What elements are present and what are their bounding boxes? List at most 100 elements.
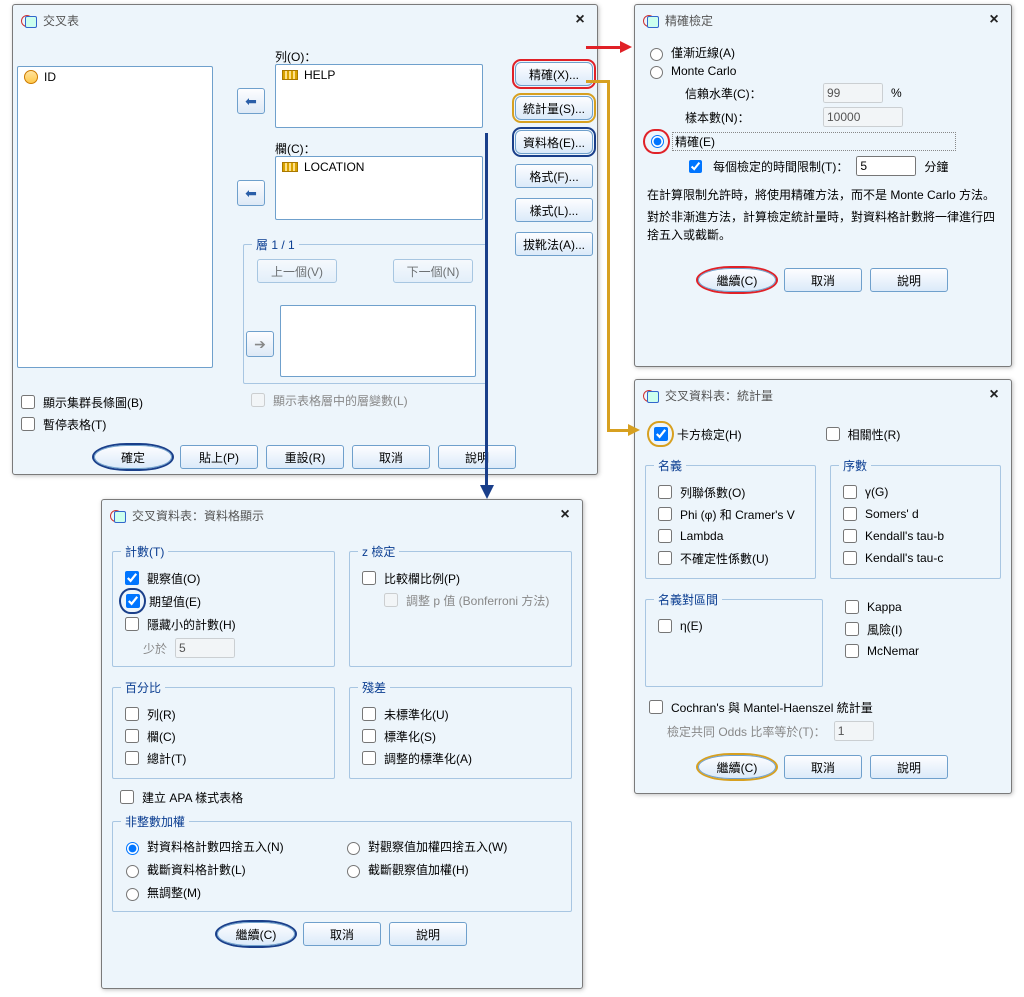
prev-layer-button[interactable]: 上一個(V) [257, 259, 337, 283]
exact-tests-dialog: 精確檢定 × 僅漸近線(A) Monte Carlo 信賴水準(C)： % 樣本… [634, 4, 1012, 367]
rows-listbox[interactable]: HELP [275, 64, 483, 128]
nominal-interval-group: 名義對區間 η(E) [645, 591, 823, 687]
chi-square-label: 卡方檢定(H) [677, 426, 742, 443]
asymptotic-radio[interactable] [650, 48, 663, 61]
stats-button[interactable]: 統計量(S)... [515, 96, 593, 120]
cells-button[interactable]: 資料格(E)... [515, 130, 593, 154]
help-button[interactable]: 說明 [870, 755, 948, 779]
help-button[interactable]: 說明 [438, 445, 516, 469]
time-limit-input[interactable] [856, 156, 916, 176]
help-button[interactable]: 說明 [870, 268, 948, 292]
asymptotic-label: 僅漸近線(A) [671, 44, 735, 61]
monte-carlo-radio[interactable] [650, 66, 663, 79]
dialog-title: 交叉表 [43, 12, 565, 29]
layer-group: 層 1 / 1 上一個(V) 下一個(N) ➔ [243, 236, 487, 384]
mcnemar-checkbox[interactable] [845, 644, 859, 658]
list-item[interactable]: ID [18, 67, 212, 87]
close-icon[interactable]: × [985, 386, 1003, 404]
eta-checkbox[interactable] [658, 619, 672, 633]
weights-group: 非整數加權 對資料格計數四捨五入(N) 對觀察值加權四捨五入(W) 截斷資料格計… [112, 813, 572, 912]
layer-listbox[interactable] [280, 305, 476, 377]
std-resid-checkbox[interactable] [362, 729, 376, 743]
exact-radio[interactable] [651, 135, 664, 148]
compare-props-checkbox[interactable] [362, 571, 376, 585]
samples-label: 樣本數(N)： [685, 109, 815, 126]
expected-checkbox[interactable] [126, 594, 140, 608]
cell-display-dialog: 交叉資料表：資料格顯示 × 計數(T) 觀察值(O) 期望值(E) 隱藏小的計數… [101, 499, 583, 989]
tau-b-checkbox[interactable] [843, 529, 857, 543]
phi-cramer-checkbox[interactable] [658, 507, 672, 521]
list-item[interactable]: LOCATION [276, 157, 482, 177]
unstd-resid-checkbox[interactable] [362, 707, 376, 721]
scale-icon [282, 70, 298, 80]
percent-label: % [891, 86, 902, 100]
apa-checkbox[interactable] [120, 790, 134, 804]
lambda-checkbox[interactable] [658, 529, 672, 543]
bootstrap-button[interactable]: 拔靴法(A)... [515, 232, 593, 256]
close-icon[interactable]: × [571, 11, 589, 29]
continue-button[interactable]: 繼續(C) [698, 268, 776, 292]
move-to-layer-button[interactable]: ➔ [246, 331, 274, 357]
statistics-dialog: 交叉資料表：統計量 × 卡方檢定(H) 相關性(R) 名義 列聯係數(O) Ph… [634, 379, 1012, 794]
dialog-title: 交叉資料表：資料格顯示 [132, 507, 550, 524]
col-pct-checkbox[interactable] [125, 729, 139, 743]
next-layer-button[interactable]: 下一個(N) [393, 259, 473, 283]
adj-resid-checkbox[interactable] [362, 751, 376, 765]
confidence-label: 信賴水準(C)： [685, 85, 815, 102]
apa-label: 建立 APA 樣式表格 [142, 789, 243, 806]
titlebar: 交叉表 × [13, 5, 597, 36]
correlations-checkbox[interactable] [826, 427, 840, 441]
paste-button[interactable]: 貼上(P) [180, 445, 258, 469]
trunc-case-radio[interactable] [347, 865, 360, 878]
reset-button[interactable]: 重設(R) [266, 445, 344, 469]
close-icon[interactable]: × [556, 506, 574, 524]
expected-label: 期望值(E) [149, 593, 201, 610]
observed-checkbox[interactable] [125, 571, 139, 585]
tau-c-checkbox[interactable] [843, 551, 857, 565]
counts-group: 計數(T) 觀察值(O) 期望值(E) 隱藏小的計數(H) 少於 [112, 543, 335, 667]
cancel-button[interactable]: 取消 [784, 268, 862, 292]
somers-checkbox[interactable] [843, 507, 857, 521]
time-limit-checkbox[interactable] [689, 160, 702, 173]
risk-checkbox[interactable] [845, 622, 859, 636]
ordinal-legend: 序數 [839, 457, 871, 474]
move-to-cols-button[interactable]: ⬅ [237, 180, 265, 206]
kappa-checkbox[interactable] [845, 600, 859, 614]
dialog-title: 精確檢定 [665, 12, 979, 29]
close-icon[interactable]: × [985, 11, 1003, 29]
col-variable: LOCATION [304, 160, 364, 174]
round-case-radio[interactable] [347, 842, 360, 855]
total-pct-checkbox[interactable] [125, 751, 139, 765]
style-button[interactable]: 樣式(L)... [515, 198, 593, 222]
cluster-bar-label: 顯示集群長條圖(B) [43, 394, 143, 411]
gamma-checkbox[interactable] [843, 485, 857, 499]
cols-listbox[interactable]: LOCATION [275, 156, 483, 220]
cochran-checkbox[interactable] [649, 700, 663, 714]
cancel-button[interactable]: 取消 [303, 922, 381, 946]
row-pct-checkbox[interactable] [125, 707, 139, 721]
exact-button[interactable]: 精確(X)... [515, 62, 593, 86]
round-cell-radio[interactable] [126, 842, 139, 855]
ok-button[interactable]: 確定 [94, 445, 172, 469]
variables-listbox[interactable]: ID [17, 66, 213, 368]
move-to-rows-button[interactable]: ⬅ [237, 88, 265, 114]
contingency-checkbox[interactable] [658, 485, 672, 499]
cancel-button[interactable]: 取消 [352, 445, 430, 469]
suppress-tables-checkbox[interactable] [21, 417, 35, 431]
row-variable: HELP [304, 68, 335, 82]
help-button[interactable]: 說明 [389, 922, 467, 946]
ztest-group: z 檢定 比較欄比例(P) 調整 p 值 (Bonferroni 方法) [349, 543, 572, 667]
cancel-button[interactable]: 取消 [784, 755, 862, 779]
hide-small-checkbox[interactable] [125, 617, 139, 631]
no-adjust-radio[interactable] [126, 888, 139, 901]
chi-square-checkbox[interactable] [654, 427, 668, 441]
trunc-cell-radio[interactable] [126, 865, 139, 878]
uncertainty-checkbox[interactable] [658, 551, 672, 565]
continue-button[interactable]: 繼續(C) [217, 922, 295, 946]
less-than-input [175, 638, 235, 658]
continue-button[interactable]: 繼續(C) [698, 755, 776, 779]
cluster-bar-checkbox[interactable] [21, 395, 35, 409]
format-button[interactable]: 格式(F)... [515, 164, 593, 188]
monte-carlo-label: Monte Carlo [671, 64, 736, 78]
list-item[interactable]: HELP [276, 65, 482, 85]
